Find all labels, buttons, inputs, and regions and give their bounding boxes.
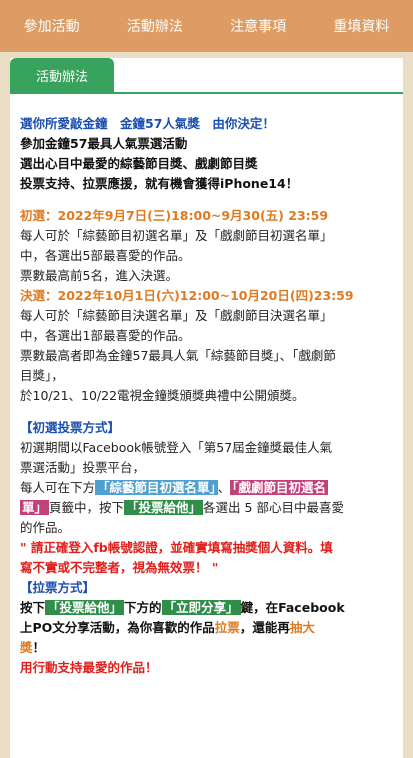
voting-line-4: 單」 頁籤中，按下 「投票給他」 各選出 5 部心目中最喜愛 bbox=[20, 500, 344, 515]
drama-list-tag[interactable]: 「戲劇節目初選名 bbox=[230, 480, 329, 495]
final-body-3: 票數最高者即為金鐘57最具人氣「綜藝節目獎」、「戲劇節 bbox=[20, 348, 336, 363]
final-body-4: 目獎」， bbox=[20, 368, 64, 383]
nav-refill-info[interactable]: 重填資料 bbox=[329, 16, 393, 36]
rules-content: 選你所愛敲金鐘 金鐘57人氣獎 由你決定！ 參加金鐘57最具人氣票選活動 選出心… bbox=[20, 114, 395, 678]
vote-button-tag-2[interactable]: 「投票給他」 bbox=[45, 600, 125, 615]
prelim-heading: 初選：2022年9月7日(三)18:00~9月30(五) 23:59 bbox=[20, 208, 329, 223]
intro-line-2: 參加金鐘57最具人氣票選活動 bbox=[20, 136, 188, 151]
final-heading: 決選：2022年10月1日(六)12:00~10月20日(四)23:59 bbox=[20, 288, 354, 303]
intro-line-4: 投票支持、拉票應援，就有機會獲得iPhone14！ bbox=[20, 176, 299, 191]
nav-activity-rules[interactable]: 活動辦法 bbox=[123, 16, 187, 36]
voting-line-2: 票選活動」投票平台， bbox=[20, 460, 146, 475]
canvass-closing: 用行動支持最愛的作品！ bbox=[20, 660, 158, 675]
voting-warning-1: " 請正確登入fb帳號認證，並確實填寫抽獎個人資料。填 bbox=[20, 540, 333, 555]
prelim-body-3: 票數最高前5名，進入決選。 bbox=[20, 268, 178, 283]
voting-line-1: 初選期間以Facebook帳號登入「第57屆金鐘獎最佳人氣 bbox=[20, 440, 333, 455]
voting-heading: 【初選投票方式】 bbox=[20, 420, 121, 435]
variety-list-tag[interactable]: 「綜藝節目初選名單」 bbox=[95, 480, 218, 495]
nav-notices[interactable]: 注意事項 bbox=[226, 16, 290, 36]
section-divider bbox=[10, 92, 403, 94]
drama-list-tag-cont[interactable]: 單」 bbox=[20, 500, 50, 515]
canvass-heading: 【拉票方式】 bbox=[20, 580, 96, 595]
prelim-body-2: 中，各選出5部最喜愛的作品。 bbox=[20, 248, 191, 263]
canvass-line-1: 按下 「投票給他」 下方的 「立即分享」 鍵，在Facebook bbox=[20, 600, 345, 615]
vote-button-tag[interactable]: 「投票給他」 bbox=[124, 500, 204, 515]
canvass-line-3: 獎！ bbox=[20, 640, 46, 655]
top-nav: 參加活動 活動辦法 注意事項 重填資料 bbox=[0, 0, 413, 52]
voting-line-5: 的作品。 bbox=[20, 520, 71, 535]
voting-line-3: 每人可在下方 「綜藝節目初選名單」、「戲劇節目初選名 bbox=[20, 480, 329, 495]
final-body-1: 每人可於「綜藝節目決選名單」及「戲劇節目決選名單」 bbox=[20, 308, 333, 323]
rules-panel: 活動辦法 選你所愛敲金鐘 金鐘57人氣獎 由你決定！ 參加金鐘57最具人氣票選活… bbox=[10, 58, 403, 758]
nav-join-activity[interactable]: 參加活動 bbox=[20, 16, 84, 36]
prelim-body-1: 每人可於「綜藝節目初選名單」及「戲劇節目初選名單」 bbox=[20, 228, 333, 243]
intro-line-3: 選出心目中最愛的綜藝節目獎、戲劇節目獎 bbox=[20, 156, 258, 171]
canvass-line-2: 上PO文分享活動，為你喜歡的作品拉票，還能再抽大 bbox=[20, 620, 315, 635]
final-body-5: 於10/21、10/22電視金鐘獎頒獎典禮中公開頒獎。 bbox=[20, 388, 305, 403]
intro-headline: 選你所愛敲金鐘 金鐘57人氣獎 由你決定！ bbox=[20, 116, 275, 131]
final-body-2: 中，各選出1部最喜愛的作品。 bbox=[20, 328, 191, 343]
section-title-tab: 活動辦法 bbox=[10, 58, 114, 92]
voting-warning-2: 寫不實或不完整者，視為無效票！ " bbox=[20, 560, 219, 575]
share-button-tag[interactable]: 「立即分享」 bbox=[161, 600, 241, 615]
